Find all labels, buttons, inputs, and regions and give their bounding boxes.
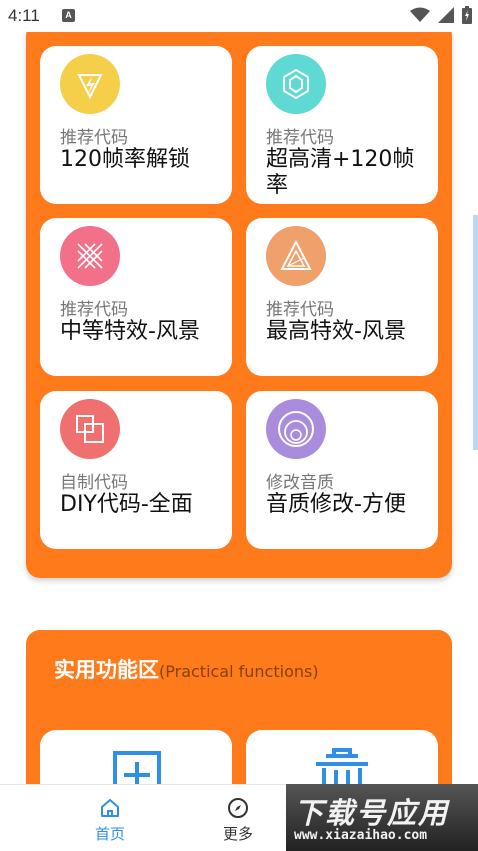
code-card-diy[interactable]: 自制代码 DIY代码-全面: [40, 391, 232, 549]
signal-icon: [438, 7, 454, 23]
compass-icon: [228, 798, 248, 818]
code-card-highest-effects[interactable]: 推荐代码 最高特效-风景: [246, 218, 438, 376]
practical-title-text: 实用功能区: [54, 658, 159, 682]
cross-lines-icon: [60, 226, 120, 286]
nav-item-more[interactable]: 更多: [208, 797, 268, 844]
code-card-audio-quality[interactable]: 修改音质 音质修改-方便: [246, 391, 438, 549]
status-bar: 4:11 A: [0, 0, 478, 32]
nav-label-home: 首页: [94, 825, 125, 843]
card-subtitle: 推荐代码: [60, 128, 128, 148]
squares-icon: [60, 399, 120, 459]
nav-label-more: 更多: [222, 825, 253, 843]
watermark-logo: 下载号应用 www.xiazaihao.com: [286, 784, 478, 851]
card-title: 音质修改-方便: [266, 492, 406, 517]
wifi-icon: [410, 7, 430, 22]
card-title: 最高特效-风景: [266, 319, 406, 344]
watermark-url: www.xiazaihao.com: [294, 828, 428, 843]
lightning-icon: [60, 54, 120, 114]
card-subtitle: 推荐代码: [266, 300, 334, 320]
card-title: DIY代码-全面: [60, 492, 193, 517]
status-icons: [410, 6, 472, 24]
practical-subtitle: (Practical functions): [159, 662, 319, 681]
practical-title: 实用功能区(Practical functions): [54, 654, 319, 684]
circles-icon: [266, 399, 326, 459]
status-time: 4:11: [8, 6, 40, 25]
watermark-top-text: 下载号应用: [294, 796, 450, 830]
card-subtitle: 推荐代码: [60, 300, 128, 320]
code-card-medium-effects[interactable]: 推荐代码 中等特效-风景: [40, 218, 232, 376]
card-subtitle: 修改音质: [266, 473, 334, 493]
hexagon-icon: [266, 54, 326, 114]
home-icon: [101, 799, 119, 817]
nav-item-home[interactable]: 首页: [80, 797, 140, 844]
code-card-120fps[interactable]: 推荐代码 120帧率解锁: [40, 46, 232, 204]
triangle-icon: [266, 226, 326, 286]
battery-icon: [462, 6, 472, 24]
notification-icon: A: [62, 9, 75, 22]
code-card-uhd-120fps[interactable]: 推荐代码 超高清+120帧率: [246, 46, 438, 204]
card-subtitle: 推荐代码: [266, 128, 334, 148]
card-title: 超高清+120帧率: [266, 147, 415, 198]
card-title: 120帧率解锁: [60, 147, 190, 172]
card-subtitle: 自制代码: [60, 473, 128, 493]
code-panel: 推荐代码 120帧率解锁 推荐代码 超高清+120帧率 推荐代码 中等特效-风景…: [26, 22, 452, 578]
card-title: 中等特效-风景: [60, 319, 200, 344]
scrollbar-thumb[interactable]: [473, 215, 478, 450]
